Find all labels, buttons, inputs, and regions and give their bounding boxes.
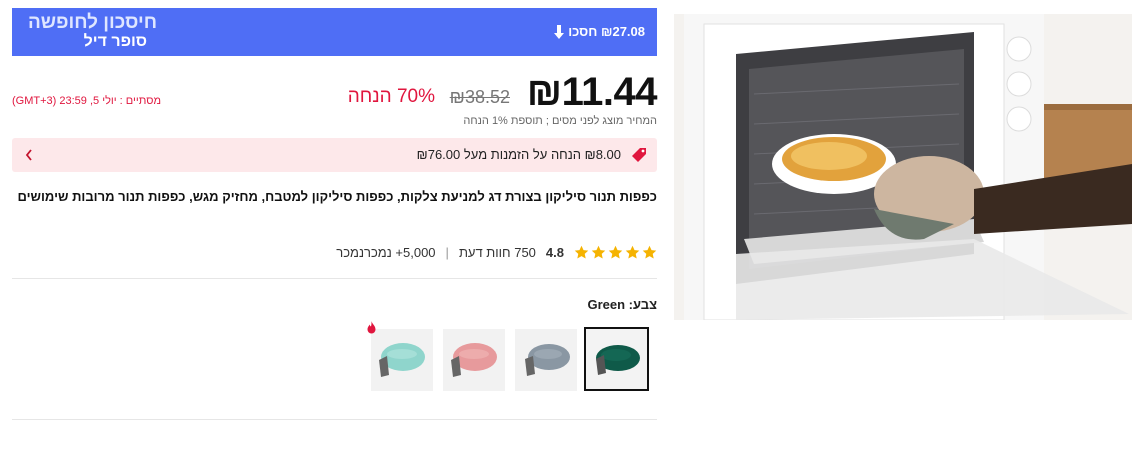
chevron-left-icon bbox=[24, 146, 38, 164]
coupon-text: ₪8.00 הנחה על הזמנות מעל ₪76.00 bbox=[416, 147, 621, 162]
divider bbox=[12, 278, 657, 279]
oven-mitt-pink-image bbox=[443, 329, 505, 391]
divider bbox=[12, 419, 657, 420]
star-icon bbox=[574, 245, 589, 258]
sold-count: 5,000+ נמכרנמכר bbox=[336, 244, 436, 260]
color-swatch-green[interactable] bbox=[584, 327, 649, 391]
color-swatch-gray[interactable] bbox=[515, 329, 577, 391]
rating-score: 4.8 bbox=[545, 244, 564, 260]
product-main-image[interactable] bbox=[674, 14, 1132, 320]
star-icon bbox=[625, 245, 640, 258]
oven-mitt-in-use-photo bbox=[674, 14, 1132, 320]
flame-icon bbox=[366, 321, 377, 340]
current-price: ₪11.44 bbox=[526, 70, 658, 114]
star-icon bbox=[608, 245, 623, 258]
color-swatch-mint[interactable] bbox=[371, 329, 433, 391]
oven-mitt-green-image bbox=[586, 329, 647, 389]
banner-savings: ₪27.08 חסכו bbox=[554, 24, 645, 39]
rating-row[interactable]: 4.8 750 חוות דעת | 5,000+ נמכרנמכר bbox=[12, 242, 657, 262]
star-icon bbox=[642, 245, 657, 258]
oven-mitt-gray-image bbox=[515, 329, 577, 391]
price-row: ₪11.44 ₪38.52 70% הנחה מסתיים : יולי 5, … bbox=[12, 70, 658, 114]
tax-note: המחיר מוצג לפני מסים ; תוספת 1% הנחה bbox=[463, 115, 657, 127]
deal-end-time: מסתיים : יולי 5, 23:59 (GMT+3) bbox=[12, 95, 162, 107]
original-price: ₪38.52 bbox=[449, 87, 510, 107]
arrow-down-icon bbox=[554, 24, 565, 39]
rating-stars bbox=[574, 245, 657, 260]
star-icon bbox=[591, 245, 606, 258]
coupon-tag-icon bbox=[631, 147, 647, 168]
coupon-bar[interactable]: ₪8.00 הנחה על הזמנות מעל ₪76.00 bbox=[12, 138, 657, 172]
banner-subtitle: סופר דיל bbox=[83, 33, 147, 50]
discount-percent: 70% הנחה bbox=[347, 86, 435, 107]
review-count[interactable]: 750 חוות דעת bbox=[459, 245, 536, 260]
rating-separator: | bbox=[445, 244, 449, 260]
savings-text: ₪27.08 חסכו bbox=[568, 24, 645, 39]
banner-title: חיסכון לחופשה bbox=[27, 12, 157, 33]
oven-mitt-mint-image bbox=[371, 329, 433, 391]
color-swatch-pink[interactable] bbox=[443, 329, 505, 391]
product-title: כפפות תנור סיליקון בצורת דג למניעת צלקות… bbox=[17, 189, 658, 204]
color-label: צבע: Green bbox=[587, 297, 657, 312]
deal-banner: חיסכון לחופשה סופר דיל ₪27.08 חסכו bbox=[12, 8, 657, 56]
